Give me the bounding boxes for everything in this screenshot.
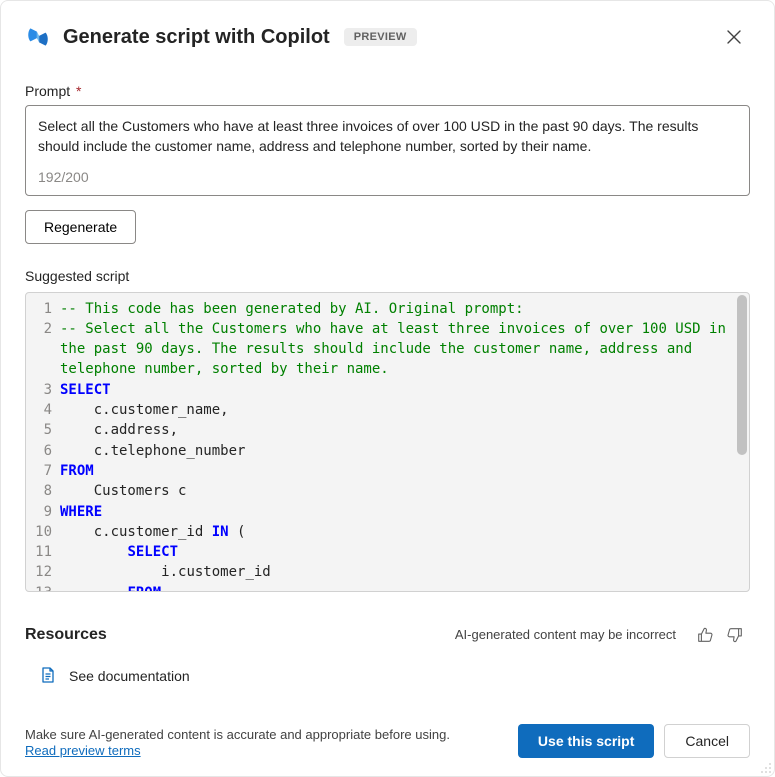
line-number: 1 [26, 299, 60, 319]
line-number: 4 [26, 400, 60, 420]
line-content: FROM [60, 583, 749, 591]
code-line: 8 Customers c [26, 481, 749, 501]
resize-handle[interactable] [758, 760, 772, 774]
scrollbar-thumb[interactable] [737, 295, 747, 455]
code-line: 9WHERE [26, 502, 749, 522]
line-content: FROM [60, 461, 749, 481]
line-content: -- Select all the Customers who have at … [60, 319, 749, 380]
line-content: SELECT [60, 542, 749, 562]
line-content: c.telephone_number [60, 441, 749, 461]
code-line: 4 c.customer_name, [26, 400, 749, 420]
copilot-dialog: Generate script with Copilot PREVIEW Pro… [0, 0, 775, 777]
line-content: SELECT [60, 380, 749, 400]
line-content: c.customer_id IN ( [60, 522, 749, 542]
thumbs-up-icon [696, 626, 714, 644]
line-content: WHERE [60, 502, 749, 522]
line-number: 13 [26, 583, 60, 591]
line-content: Customers c [60, 481, 749, 501]
required-indicator: * [72, 83, 81, 99]
prompt-label-text: Prompt [25, 83, 70, 99]
line-number: 10 [26, 522, 60, 542]
line-number: 12 [26, 562, 60, 582]
footer-buttons: Use this script Cancel [518, 724, 750, 758]
ai-warning-text: AI-generated content may be incorrect [455, 627, 676, 642]
dialog-title: Generate script with Copilot [63, 26, 330, 49]
scrollbar[interactable] [737, 295, 747, 589]
suggested-script-label: Suggested script [25, 268, 750, 284]
code-line: 3SELECT [26, 380, 749, 400]
line-number: 3 [26, 380, 60, 400]
regenerate-button[interactable]: Regenerate [25, 210, 136, 244]
line-content: -- This code has been generated by AI. O… [60, 299, 749, 319]
code-lines[interactable]: 1-- This code has been generated by AI. … [26, 293, 749, 591]
code-editor[interactable]: 1-- This code has been generated by AI. … [25, 292, 750, 592]
line-number: 9 [26, 502, 60, 522]
disclaimer-text: Make sure AI-generated content is accura… [25, 727, 450, 742]
line-content: c.address, [60, 420, 749, 440]
documentation-link[interactable]: See documentation [25, 666, 750, 687]
documentation-link-text: See documentation [69, 668, 190, 684]
dialog-content: Prompt * Select all the Customers who ha… [1, 67, 774, 712]
thumbs-down-icon [726, 626, 744, 644]
prompt-input-container[interactable]: Select all the Customers who have at lea… [25, 105, 750, 196]
code-line: 7FROM [26, 461, 749, 481]
use-script-button[interactable]: Use this script [518, 724, 654, 758]
copilot-icon [25, 24, 51, 50]
preview-badge: PREVIEW [344, 28, 417, 46]
line-number: 2 [26, 319, 60, 380]
resources-row: Resources AI-generated content may be in… [25, 620, 750, 650]
document-icon [39, 666, 57, 687]
code-line: 10 c.customer_id IN ( [26, 522, 749, 542]
line-number: 7 [26, 461, 60, 481]
line-number: 5 [26, 420, 60, 440]
resources-heading: Resources [25, 626, 107, 644]
prompt-label: Prompt * [25, 83, 750, 99]
char-count: 192/200 [38, 169, 737, 185]
code-line: 2-- Select all the Customers who have at… [26, 319, 749, 380]
close-button[interactable] [718, 21, 750, 53]
line-number: 6 [26, 441, 60, 461]
code-line: 12 i.customer_id [26, 562, 749, 582]
thumbs-up-button[interactable] [690, 620, 720, 650]
line-number: 11 [26, 542, 60, 562]
line-content: i.customer_id [60, 562, 749, 582]
code-line: 11 SELECT [26, 542, 749, 562]
code-line: 1-- This code has been generated by AI. … [26, 299, 749, 319]
line-number: 8 [26, 481, 60, 501]
code-line: 5 c.address, [26, 420, 749, 440]
dialog-header: Generate script with Copilot PREVIEW [1, 1, 774, 67]
preview-terms-link[interactable]: Read preview terms [25, 743, 450, 758]
prompt-input[interactable]: Select all the Customers who have at lea… [38, 116, 737, 157]
cancel-button[interactable]: Cancel [664, 724, 750, 758]
code-line: 6 c.telephone_number [26, 441, 749, 461]
footer-disclaimer: Make sure AI-generated content is accura… [25, 727, 450, 758]
close-icon [727, 30, 741, 44]
code-line: 13 FROM [26, 583, 749, 591]
thumbs-down-button[interactable] [720, 620, 750, 650]
dialog-footer: Make sure AI-generated content is accura… [1, 712, 774, 776]
line-content: c.customer_name, [60, 400, 749, 420]
